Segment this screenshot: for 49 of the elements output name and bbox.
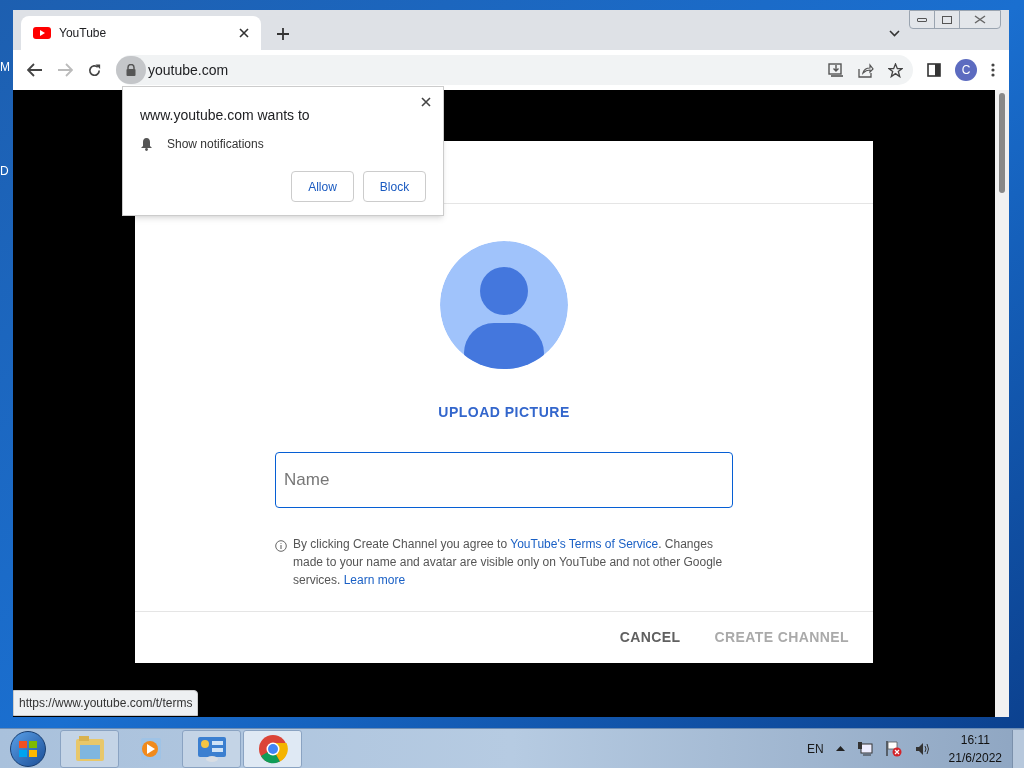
address-bar[interactable]: youtube.com xyxy=(116,55,913,85)
new-tab-icon[interactable] xyxy=(276,27,290,41)
speaker-icon[interactable] xyxy=(914,741,931,756)
share-icon[interactable] xyxy=(858,62,874,78)
info-icon xyxy=(275,540,287,552)
close-icon[interactable] xyxy=(421,97,431,107)
desktop-icon-label: D xyxy=(0,163,9,180)
side-panel-icon[interactable] xyxy=(927,63,941,77)
menu-icon[interactable] xyxy=(991,63,995,77)
close-icon[interactable] xyxy=(239,28,249,38)
popup-button[interactable]: Block xyxy=(363,171,426,202)
chevron-up-icon[interactable] xyxy=(835,746,845,751)
taskbar-app-button[interactable] xyxy=(182,729,241,768)
chevron-down-icon[interactable] xyxy=(889,30,900,37)
tab-title: YouTube xyxy=(59,25,108,42)
permission-label: Show notifications xyxy=(167,136,264,153)
start-button[interactable] xyxy=(10,730,46,767)
desktop-icon-label: M xyxy=(0,59,10,76)
back-arrow-icon[interactable] xyxy=(27,63,43,77)
url-text: youtube.com xyxy=(148,60,230,80)
flag-alert-icon[interactable] xyxy=(884,740,903,757)
scrollbar[interactable] xyxy=(995,90,1009,717)
control-panel-icon xyxy=(195,734,228,763)
browser-tab[interactable]: YouTube xyxy=(21,16,261,50)
install-icon[interactable] xyxy=(828,62,844,78)
play-logo-icon xyxy=(33,27,51,39)
clock-date[interactable]: 21/6/2022 xyxy=(948,748,1002,767)
profile-avatar[interactable]: C xyxy=(955,59,977,81)
popup-title: www.youtube.com wants to xyxy=(140,106,311,125)
avatar-placeholder-icon xyxy=(440,241,568,369)
chrome-icon xyxy=(257,733,288,764)
status-url: https://www.youtube.com/t/terms xyxy=(13,690,199,716)
windows-logo-icon xyxy=(18,739,38,758)
close-icon xyxy=(974,15,986,24)
taskbar-app-button[interactable] xyxy=(243,729,302,768)
language-indicator[interactable]: EN xyxy=(806,739,824,758)
clock-time[interactable]: 16:11 xyxy=(960,730,990,749)
star-icon[interactable] xyxy=(888,62,903,78)
reload-icon[interactable] xyxy=(87,62,102,78)
terms-notice: By clicking Create Channel you agree to YouTube's Terms of Service. Changes made to your name and avatar are visible only on YouTube and not other Google services. Learn more xyxy=(293,536,723,589)
upload-picture-button[interactable]: UPLOAD PICTURE xyxy=(438,402,570,423)
lock-icon[interactable] xyxy=(116,56,146,84)
folder-icon xyxy=(74,734,105,763)
learn-more-link[interactable]: Learn more xyxy=(343,573,406,587)
bell-icon xyxy=(140,137,153,151)
dialog-button[interactable]: CANCEL xyxy=(611,621,689,654)
network-icon[interactable] xyxy=(856,741,873,756)
popup-button[interactable]: Allow xyxy=(291,171,354,202)
name-field[interactable]: Name xyxy=(275,452,733,508)
